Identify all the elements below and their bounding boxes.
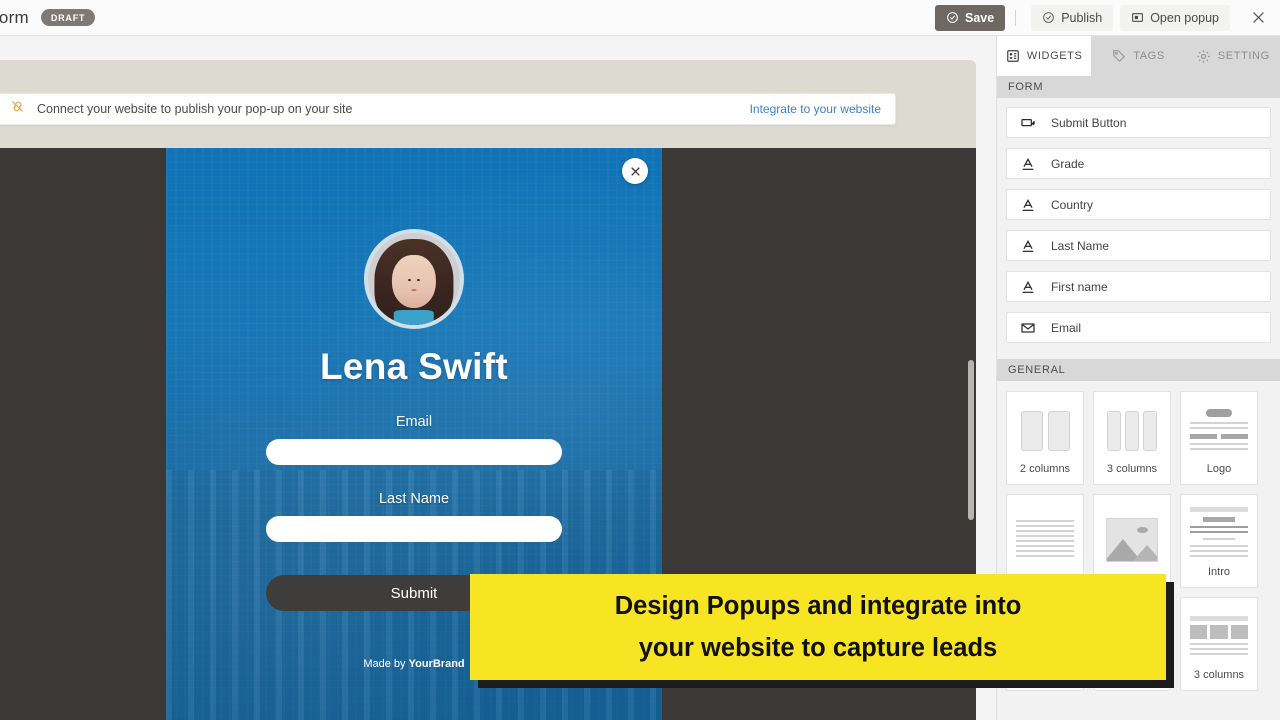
widget-label: Last Name [1051,238,1110,253]
form-field-email: Email [166,414,662,465]
tile-thumbnail [1181,392,1257,463]
widget-label: First name [1051,279,1108,294]
top-bar-actions: Save Publish Open popup [934,0,1280,35]
tile-label: Intro [1207,566,1230,578]
caption-line-2: your website to capture leads [638,634,998,662]
tile-3-columns-media[interactable]: 3 columns [1180,597,1258,691]
tab-setting-label: SETTING [1217,50,1270,62]
integrate-link[interactable]: Integrate to your website [750,102,881,116]
tile-thumbnail [1007,495,1083,578]
tile-thumbnail [1094,392,1170,463]
top-bar: form DRAFT Save Publish [0,0,1280,36]
made-by-brand: YourBrand [408,658,465,670]
gear-icon [1196,49,1211,64]
widgets-icon [1006,49,1020,63]
open-popup-button[interactable]: Open popup [1120,4,1230,31]
canvas-scrollbar[interactable] [968,360,974,520]
form-widget-list: Submit Button Grade Country Last Name Fi… [997,98,1280,351]
form-field-label: Email [395,414,433,430]
avatar-eye-left [407,278,411,281]
page-title: form [0,7,29,27]
made-by-prefix: Made by [363,658,409,670]
widget-label: Country [1051,197,1094,212]
tile-label: Logo [1206,463,1232,475]
widget-submit-button[interactable]: Submit Button [1006,107,1271,138]
window-icon [1131,11,1144,24]
form-field-last-name: Last Name [166,491,662,542]
tile-label: 2 columns [1019,463,1071,475]
save-button-label: Save [964,10,995,25]
widget-first-name[interactable]: First name [1006,271,1271,302]
tile-intro[interactable]: Intro [1180,494,1258,588]
tile-label: 3 columns [1106,463,1158,475]
integration-banner: Connect your website to publish your pop… [0,93,896,125]
form-section-header: FORM [997,76,1280,98]
widget-email[interactable]: Email [1006,312,1271,343]
general-section-header: GENERAL [997,359,1280,381]
avatar-eye-right [417,278,421,281]
avatar-shoulders [393,310,435,325]
publish-button[interactable]: Publish [1031,4,1114,31]
tab-widgets[interactable]: WIDGETS [997,36,1092,76]
tag-icon [1112,49,1126,63]
save-button[interactable]: Save [934,4,1006,31]
avatar [364,229,464,329]
widget-label: Grade [1051,156,1085,171]
tab-widgets-label: WIDGETS [1026,50,1083,62]
submit-button-icon [1020,115,1036,131]
tab-setting[interactable]: SETTING [1186,36,1280,76]
sidebar-tabs: WIDGETS TAGS SETTING [997,36,1280,76]
widget-last-name[interactable]: Last Name [1006,230,1271,261]
widget-country[interactable]: Country [1006,189,1271,220]
broken-link-icon [10,99,25,119]
tab-tags[interactable]: TAGS [1091,36,1185,76]
tile-thumbnail [1181,598,1257,669]
close-circle-icon[interactable] [622,158,648,184]
text-field-icon [1020,279,1036,295]
open-popup-button-label: Open popup [1150,10,1219,25]
tile-2-columns[interactable]: 2 columns [1006,391,1084,485]
tile-label: 3 columns [1193,669,1245,681]
text-field-icon [1020,238,1036,254]
avatar-face [391,255,437,309]
text-field-icon [1020,156,1036,172]
check-circle-icon [1042,11,1055,24]
integration-banner-text: Connect your website to publish your pop… [37,102,353,116]
email-input[interactable] [266,439,562,465]
toolbar-divider [1015,9,1017,26]
avatar-mouth [411,288,417,291]
close-icon[interactable] [1246,6,1270,30]
publish-button-label: Publish [1061,10,1103,25]
tile-thumbnail [1181,495,1257,566]
caption-overlay: Design Popups and integrate into your we… [470,574,1166,680]
caption-line-1: Design Popups and integrate into [614,591,1022,620]
text-field-icon [1020,197,1036,213]
envelope-icon [1020,320,1036,336]
popup-heading: Lena Swift [319,346,509,387]
widget-label: Submit Button [1051,115,1127,130]
widget-grade[interactable]: Grade [1006,148,1271,179]
tab-tags-label: TAGS [1133,50,1165,62]
tile-thumbnail [1094,495,1170,578]
last-name-input[interactable] [266,516,562,542]
form-field-label: Last Name [378,491,450,507]
tile-logo[interactable]: Logo [1180,391,1258,485]
tile-3-columns[interactable]: 3 columns [1093,391,1171,485]
widget-label: Email [1051,320,1082,335]
tile-thumbnail [1007,392,1083,463]
check-circle-icon [946,11,959,24]
status-badge: DRAFT [40,9,96,26]
